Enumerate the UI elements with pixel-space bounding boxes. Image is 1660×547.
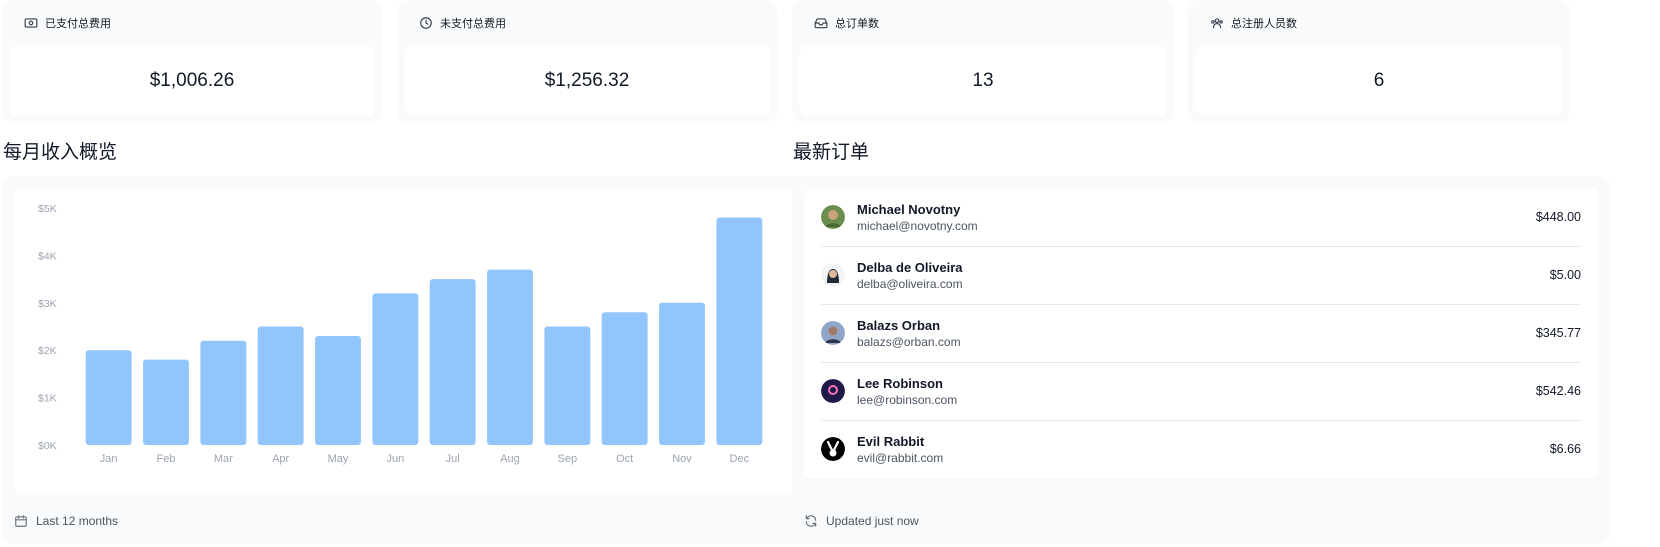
order-info: Evil Rabbit evil@rabbit.com [857,433,943,466]
bar-jul[interactable] [429,279,476,445]
stat-card-unpaid: 未支付总费用 $1,256.32 [397,0,777,123]
refresh-icon [805,515,817,527]
avatar [821,263,845,287]
users-icon [1211,17,1223,28]
bar-nov[interactable] [659,302,705,445]
stat-card-header: 总注册人员数 [1195,0,1563,45]
order-name: Michael Novotny [857,201,961,217]
order-name: Lee Robinson [857,375,943,391]
revenue-chart-svg: $0K $1K $2K $3K $4K $5K Jan Feb Mar Apr May Jun Jul A… [38,203,763,465]
order-amount: $345.77 [1535,326,1581,340]
calendar-icon [15,515,27,527]
stat-value: $1,006.26 [9,45,375,116]
orders-list: Michael Novotny michael@novotny.com $448… [804,188,1598,478]
stat-card-orders: 总订单数 13 [792,0,1174,123]
banknote-icon [24,17,38,28]
x-tick-label: Mar [214,453,233,465]
stat-value: $1,256.32 [404,45,770,116]
order-row[interactable]: Balazs Orban balazs@orban.com $345.77 [821,304,1581,363]
y-tick-label: $3K [38,298,57,310]
stat-label: 总注册人员数 [1231,17,1297,30]
bar-oct[interactable] [601,312,648,445]
order-amount: $6.66 [1549,442,1581,456]
revenue-footer: Last 12 months [14,514,118,528]
avatar [821,205,845,229]
y-tick-label: $1K [38,393,57,405]
orders-title: 最新订单 [793,142,870,163]
x-tick-label: Feb [157,453,176,465]
stat-value: 6 [1195,45,1563,116]
order-name: Balazs Orban [857,317,941,333]
x-tick-label: Jul [446,453,460,465]
stat-card-header: 已支付总费用 [9,0,375,45]
avatar [821,321,845,345]
x-tick-label: Aug [500,453,520,465]
order-amount: $448.00 [1535,210,1581,224]
stat-card-paid: 已支付总费用 $1,006.26 [2,0,382,123]
stat-card-header: 总订单数 [799,0,1167,45]
x-tick-label: Jun [386,453,404,465]
y-tick-label: $4K [38,250,57,262]
bar-mar[interactable] [200,340,247,445]
order-info: Balazs Orban balazs@orban.com [857,317,961,350]
bar-jan[interactable] [85,350,132,445]
stat-label: 总订单数 [835,17,879,30]
order-email: evil@rabbit.com [857,450,944,465]
x-tick-label: Apr [272,453,289,465]
clock-icon [420,16,432,29]
inbox-icon [814,17,828,28]
order-amount: $5.00 [1549,268,1581,282]
stat-card-header: 未支付总费用 [404,0,770,45]
order-name: Delba de Oliveira [857,259,963,275]
stat-value: 13 [799,45,1167,116]
y-tick-label: $0K [38,440,57,452]
x-tick-label: Sep [558,453,578,465]
x-tick-label: Nov [672,453,692,465]
order-email: balazs@orban.com [857,334,961,349]
order-info: Delba de Oliveira delba@oliveira.com [857,259,963,292]
bar-sep[interactable] [544,326,591,446]
revenue-chart: $0K $1K $2K $3K $4K $5K Jan Feb Mar Apr May Jun Jul A… [14,188,810,493]
order-name: Evil Rabbit [857,433,925,449]
order-email: michael@novotny.com [857,218,978,233]
bar-may[interactable] [315,335,361,445]
order-email: lee@robinson.com [857,392,958,407]
orders-footer: Updated just now [804,514,919,528]
x-tick-label: May [328,453,349,465]
order-row[interactable]: Michael Novotny michael@novotny.com $448… [821,188,1581,247]
order-email: delba@oliveira.com [857,276,963,291]
order-row[interactable]: Delba de Oliveira delba@oliveira.com $5.… [821,246,1581,305]
x-tick-label: Jan [100,453,118,465]
avatar [821,437,845,461]
stat-card-users: 总注册人员数 6 [1188,0,1570,123]
bar-apr[interactable] [257,326,304,446]
x-tick-label: Oct [616,453,633,465]
order-amount: $542.46 [1535,384,1581,398]
orders-panel: Michael Novotny michael@novotny.com $448… [792,176,1610,544]
y-tick-label: $5K [38,203,57,215]
y-tick-label: $2K [38,345,57,357]
order-row[interactable]: Evil Rabbit evil@rabbit.com $6.66 [821,420,1581,478]
bar-aug[interactable] [487,269,533,445]
order-info: Michael Novotny michael@novotny.com [857,201,978,234]
stat-label: 已支付总费用 [45,17,111,30]
orders-footer-label: Updated just now [826,514,919,528]
bar-jun[interactable] [372,293,419,445]
x-tick-label: Dec [730,453,750,465]
avatar [821,379,845,403]
order-row[interactable]: Lee Robinson lee@robinson.com $542.46 [821,362,1581,421]
revenue-footer-label: Last 12 months [36,514,119,528]
bar-dec[interactable] [716,217,763,445]
stat-label: 未支付总费用 [440,17,506,30]
revenue-panel: $0K $1K $2K $3K $4K $5K Jan Feb Mar Apr May Jun Jul A… [2,176,822,544]
bar-feb[interactable] [143,359,189,445]
revenue-title: 每月收入概览 [3,142,118,163]
order-info: Lee Robinson lee@robinson.com [857,375,957,408]
